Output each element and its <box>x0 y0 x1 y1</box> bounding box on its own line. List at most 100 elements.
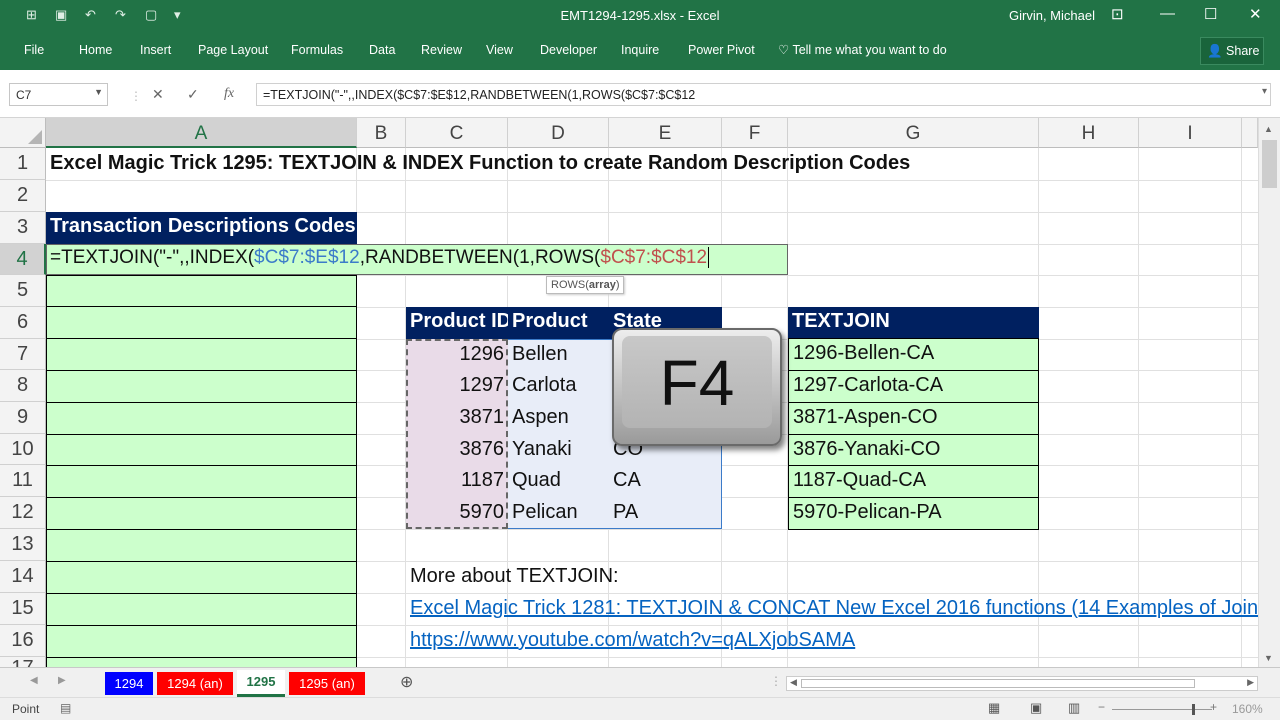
cell-a17[interactable] <box>46 657 357 667</box>
row-header-2[interactable]: 2 <box>0 180 46 212</box>
tab-data[interactable]: Data <box>369 43 395 57</box>
expand-formula-bar-icon[interactable]: ▾ <box>1262 86 1267 97</box>
column-header-g[interactable]: G <box>788 118 1039 148</box>
cell-a6[interactable] <box>46 306 357 339</box>
new-sheet-icon[interactable]: ⊕ <box>400 672 413 692</box>
textjoin-result[interactable]: 1296-Bellen-CA <box>788 338 1039 371</box>
table-cell-product[interactable]: Aspen <box>508 406 569 429</box>
worksheet-grid[interactable]: A B C D E F G H I 1 2 3 4 5 6 7 8 9 10 1… <box>0 118 1258 667</box>
scrollbar-thumb[interactable] <box>1262 140 1277 188</box>
header-textjoin[interactable]: TEXTJOIN <box>788 307 1039 339</box>
cell-a5[interactable] <box>46 275 357 307</box>
row-header-12[interactable]: 12 <box>0 497 46 529</box>
vertical-scrollbar[interactable]: ▲ ▼ <box>1258 118 1280 667</box>
cell-a16[interactable] <box>46 625 357 658</box>
row-header-6[interactable]: 6 <box>0 307 46 339</box>
cell-a12[interactable] <box>46 497 357 530</box>
chevron-down-icon[interactable]: ▼ <box>94 87 103 97</box>
ribbon-display-icon[interactable]: ⊡ <box>1111 5 1124 23</box>
table-cell-product[interactable]: Quad <box>508 469 561 492</box>
zoom-out-icon[interactable]: − <box>1098 700 1105 714</box>
sheet-title[interactable]: Excel Magic Trick 1295: TEXTJOIN & INDEX… <box>46 152 910 175</box>
column-header-b[interactable]: B <box>357 118 406 148</box>
enter-icon[interactable]: ✓ <box>187 86 199 103</box>
table-cell-state[interactable]: CA <box>609 469 641 492</box>
tab-formulas[interactable]: Formulas <box>291 43 343 57</box>
zoom-slider-thumb[interactable] <box>1192 704 1195 715</box>
close-icon[interactable]: ✕ <box>1249 5 1262 23</box>
split-grip-icon[interactable]: ⋮ <box>770 674 782 688</box>
zoom-in-icon[interactable]: + <box>1210 700 1217 714</box>
tab-page-layout[interactable]: Page Layout <box>198 43 268 57</box>
scroll-down-icon[interactable]: ▼ <box>1264 653 1273 663</box>
cell-a15[interactable] <box>46 593 357 626</box>
row-header-3[interactable]: 3 <box>0 212 46 244</box>
maximize-icon[interactable]: ☐ <box>1204 5 1217 23</box>
horizontal-scrollbar-thumb[interactable] <box>801 679 1195 688</box>
sheet-tab-1295[interactable]: 1295 <box>237 670 285 697</box>
table-cell-product[interactable]: Yanaki <box>508 438 572 461</box>
user-name[interactable]: Girvin, Michael <box>1009 8 1095 23</box>
row-header-16[interactable]: 16 <box>0 625 46 657</box>
formula-edit-text[interactable]: =TEXTJOIN("-",,INDEX($C$7:$E$12,RANDBETW… <box>46 247 710 269</box>
scroll-up-icon[interactable]: ▲ <box>1264 124 1273 134</box>
cell-a9[interactable] <box>46 402 357 435</box>
row-header-17[interactable]: 17 <box>0 657 46 667</box>
row-header-10[interactable]: 10 <box>0 434 46 465</box>
video-link-url[interactable]: https://www.youtube.com/watch?v=qALXjobS… <box>406 629 855 652</box>
table-cell-product-id[interactable]: 1297 <box>406 374 508 397</box>
select-all-button[interactable] <box>0 118 46 148</box>
header-product[interactable]: Product <box>508 307 609 339</box>
row-header-13[interactable]: 13 <box>0 529 46 561</box>
tab-file[interactable]: File <box>24 43 44 57</box>
table-cell-product[interactable]: Bellen <box>508 343 568 366</box>
column-header-a[interactable]: A <box>46 118 357 148</box>
row-header-9[interactable]: 9 <box>0 402 46 434</box>
table-cell-product[interactable]: Pelican <box>508 501 578 524</box>
tell-me-search[interactable]: ♡ Tell me what you want to do <box>778 42 947 57</box>
scroll-left-icon[interactable]: ◀ <box>790 677 797 688</box>
textjoin-result[interactable]: 1187-Quad-CA <box>788 465 1039 498</box>
row-header-7[interactable]: 7 <box>0 339 46 370</box>
column-header-j[interactable] <box>1242 118 1258 148</box>
row-header-1[interactable]: 1 <box>0 148 46 180</box>
share-button[interactable]: 👤 Share <box>1200 37 1264 65</box>
table-cell-product[interactable]: Carlota <box>508 374 576 397</box>
macro-record-icon[interactable]: ▤ <box>60 701 71 715</box>
textjoin-result[interactable]: 3871-Aspen-CO <box>788 402 1039 435</box>
minimize-icon[interactable]: — <box>1160 5 1175 22</box>
column-header-h[interactable]: H <box>1039 118 1139 148</box>
normal-view-icon[interactable]: ▦ <box>988 700 1000 716</box>
table-cell-product-id[interactable]: 1296 <box>406 343 508 366</box>
table-cell-state[interactable]: PA <box>609 501 638 524</box>
sheet-tab-1295-an[interactable]: 1295 (an) <box>289 672 365 695</box>
table-cell-product-id[interactable]: 5970 <box>406 501 508 524</box>
tab-insert[interactable]: Insert <box>140 43 171 57</box>
row-header-5[interactable]: 5 <box>0 275 46 307</box>
sheet-tab-1294-an[interactable]: 1294 (an) <box>157 672 233 695</box>
table-cell-product-id[interactable]: 3876 <box>406 438 508 461</box>
cancel-icon[interactable]: ✕ <box>152 86 164 103</box>
name-box[interactable]: C7 ▼ <box>9 83 108 106</box>
insert-function-icon[interactable]: fx <box>224 86 234 102</box>
cell-a14[interactable] <box>46 561 357 594</box>
table-cell-product-id[interactable]: 1187 <box>406 469 508 492</box>
column-header-c[interactable]: C <box>406 118 508 148</box>
tab-scroll-right-icon[interactable]: ▶ <box>58 675 66 686</box>
textjoin-result[interactable]: 5970-Pelican-PA <box>788 497 1039 530</box>
column-header-f[interactable]: F <box>722 118 788 148</box>
textjoin-result[interactable]: 3876-Yanaki-CO <box>788 434 1039 466</box>
descriptions-header[interactable]: Transaction Descriptions Codes <box>46 212 357 244</box>
cell-a11[interactable] <box>46 465 357 498</box>
tab-inquire[interactable]: Inquire <box>621 43 659 57</box>
row-header-15[interactable]: 15 <box>0 593 46 625</box>
tab-home[interactable]: Home <box>79 43 112 57</box>
header-product-id[interactable]: Product ID <box>406 307 508 339</box>
video-link-title[interactable]: Excel Magic Trick 1281: TEXTJOIN & CONCA… <box>406 597 1258 620</box>
row-header-11[interactable]: 11 <box>0 465 46 497</box>
cell-a7[interactable] <box>46 338 357 371</box>
table-cell-product-id[interactable]: 3871 <box>406 406 508 429</box>
page-layout-view-icon[interactable]: ▣ <box>1030 700 1042 716</box>
textjoin-result[interactable]: 1297-Carlota-CA <box>788 370 1039 403</box>
zoom-level[interactable]: 160% <box>1232 702 1263 716</box>
